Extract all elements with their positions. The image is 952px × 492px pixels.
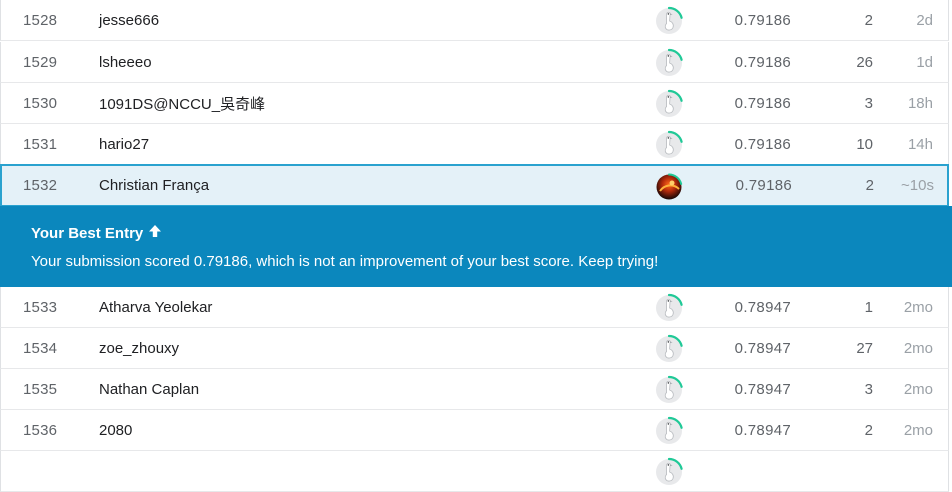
entries-cell: 1 <box>864 298 873 316</box>
table-row[interactable]: 1528 jesse666 0.79186 2 2d <box>0 0 949 41</box>
rank-cell: 1534 <box>23 339 58 357</box>
last-submission-cell: 14h <box>907 135 933 153</box>
team-name[interactable]: lsheeeo <box>99 42 152 82</box>
team-name[interactable]: 1091DS@NCCU_吳奇峰 <box>99 83 265 123</box>
current-user-row[interactable]: 1532 Christian França 0.79186 2 ~10s <box>0 164 949 207</box>
last-submission-cell: 18h <box>907 94 933 112</box>
table-row[interactable]: 1533 Atharva Yeolekar 0.78947 1 2mo <box>0 287 949 328</box>
goose-avatar-icon[interactable] <box>653 47 685 79</box>
entries-cell: 10 <box>856 135 873 153</box>
rank-cell: 1529 <box>23 53 58 71</box>
team-name[interactable]: 2080 <box>99 410 132 450</box>
last-submission-cell: 1d <box>916 53 933 71</box>
score-cell: 0.79186 <box>734 11 791 29</box>
table-row[interactable]: 1535 Nathan Caplan 0.78947 3 2mo <box>0 369 949 410</box>
goose-avatar-icon[interactable] <box>653 333 685 365</box>
entries-cell: 3 <box>864 380 873 398</box>
entries-cell: 2 <box>864 421 873 439</box>
entries-cell: 2 <box>864 11 873 29</box>
rank-cell: 1533 <box>23 298 58 316</box>
user-photo-avatar[interactable] <box>653 171 685 203</box>
rank-cell: 1528 <box>23 11 58 29</box>
last-submission-cell: 2mo <box>903 339 933 357</box>
table-row[interactable]: 1531 hario27 0.79186 10 14h <box>0 124 949 165</box>
banner-title: Your Best Entry <box>31 224 162 242</box>
banner-message: Your submission scored 0.79186, which is… <box>31 253 659 270</box>
rank-cell: 1530 <box>23 94 58 112</box>
last-submission-cell: 2mo <box>903 298 933 316</box>
team-name[interactable]: Nathan Caplan <box>99 369 199 409</box>
rank-cell: 1532 <box>23 177 58 194</box>
goose-avatar-icon[interactable] <box>653 374 685 406</box>
best-entry-banner: Your Best Entry Your submission scored 0… <box>0 206 952 287</box>
goose-avatar-icon[interactable] <box>653 292 685 324</box>
goose-avatar-icon[interactable] <box>653 5 685 37</box>
banner-title-text: Your Best Entry <box>31 224 144 242</box>
table-row[interactable]: 1530 1091DS@NCCU_吳奇峰 0.79186 3 18h <box>0 83 949 124</box>
entries-cell: 27 <box>856 339 873 357</box>
table-row[interactable]: 1534 zoe_zhouxy 0.78947 27 2mo <box>0 328 949 369</box>
team-name[interactable]: hario27 <box>99 124 149 164</box>
team-name[interactable]: zoe_zhouxy <box>99 328 179 368</box>
team-name[interactable]: jesse666 <box>99 0 159 40</box>
leaderboard: 1528 jesse666 0.79186 2 2d 1529 lsheeeo … <box>0 0 952 492</box>
last-submission-cell: ~10s <box>901 177 934 194</box>
table-row[interactable]: 1536 2080 0.78947 2 2mo <box>0 410 949 451</box>
score-cell: 0.79186 <box>734 135 791 153</box>
entries-cell: 26 <box>856 53 873 71</box>
score-cell: 0.79186 <box>735 177 792 194</box>
score-cell: 0.79186 <box>734 94 791 112</box>
score-cell: 0.79186 <box>734 53 791 71</box>
score-cell: 0.78947 <box>734 380 791 398</box>
entries-cell: 2 <box>865 177 874 194</box>
rank-cell: 1535 <box>23 380 58 398</box>
last-submission-cell: 2mo <box>903 380 933 398</box>
team-name[interactable]: Atharva Yeolekar <box>99 287 212 327</box>
table-row[interactable] <box>0 451 949 492</box>
rank-cell: 1536 <box>23 421 58 439</box>
entries-cell: 3 <box>864 94 873 112</box>
score-cell: 0.78947 <box>734 421 791 439</box>
score-cell: 0.78947 <box>734 339 791 357</box>
goose-avatar-icon[interactable] <box>653 415 685 447</box>
score-cell: 0.78947 <box>734 298 791 316</box>
table-row[interactable]: 1529 lsheeeo 0.79186 26 1d <box>0 42 949 83</box>
last-submission-cell: 2mo <box>903 421 933 439</box>
arrow-up-icon <box>148 224 162 242</box>
team-name[interactable]: Christian França <box>99 166 209 205</box>
last-submission-cell: 2d <box>916 11 933 29</box>
rank-cell: 1531 <box>23 135 58 153</box>
goose-avatar-icon[interactable] <box>653 88 685 120</box>
goose-avatar-icon[interactable] <box>653 129 685 161</box>
